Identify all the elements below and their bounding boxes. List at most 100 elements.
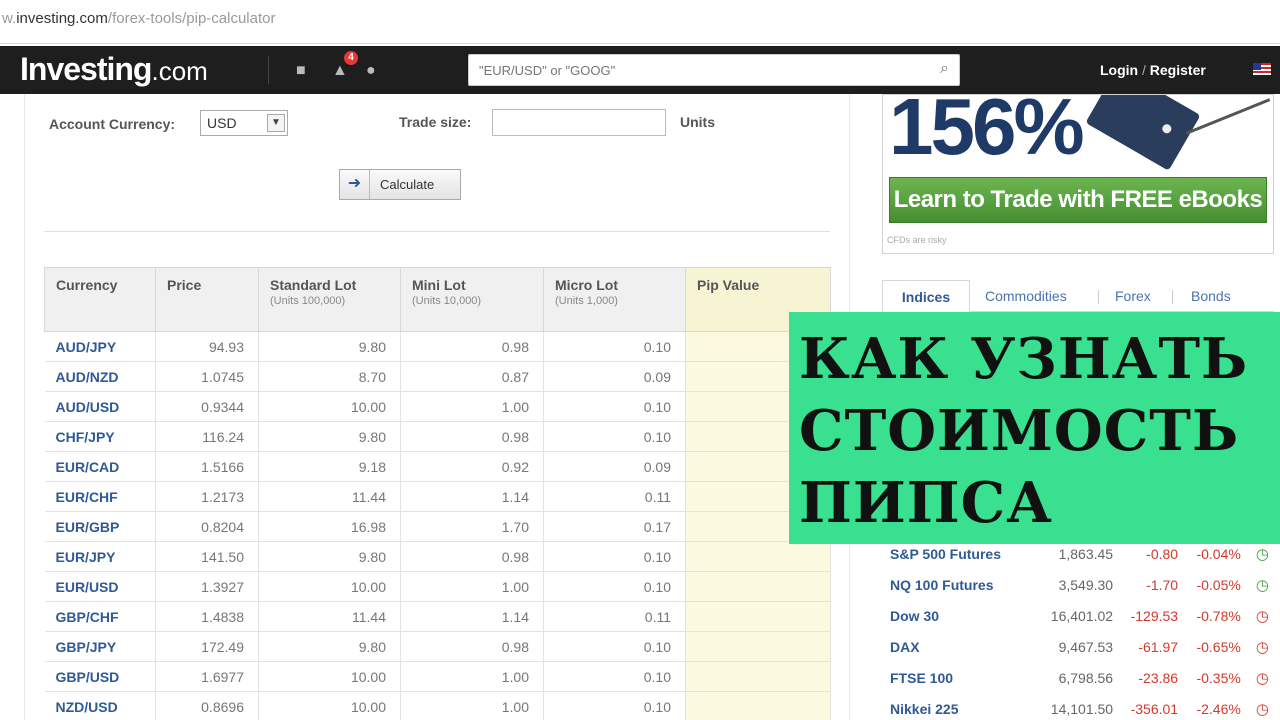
clock-icon: ◷ — [1255, 638, 1269, 656]
index-name-link[interactable]: NQ 100 Futures — [884, 569, 1027, 600]
bell-icon[interactable]: ▲ — [332, 62, 348, 80]
table-row: GBP/CHF 1.4838 11.44 1.14 0.11 — [44, 601, 831, 632]
clock-icon: ◷ — [1255, 700, 1269, 718]
banner-line-1: КАК УЗНАТЬ — [799, 326, 1249, 392]
tab-bonds[interactable]: Bonds — [1191, 288, 1231, 304]
currency-pair-link[interactable]: GBP/CHF — [44, 601, 156, 632]
account-currency-select[interactable]: USD ▼ — [200, 110, 288, 136]
index-change-pct: -0.78% — [1196, 607, 1241, 624]
mini-lot-cell: 1.00 — [400, 691, 544, 720]
briefcase-icon[interactable]: ■ — [296, 62, 306, 80]
table-row: AUD/JPY 94.93 9.80 0.98 0.10 — [44, 331, 831, 362]
index-change: -356.01 — [1130, 700, 1179, 717]
mini-lot-cell: 0.92 — [400, 451, 544, 482]
tab-indices[interactable]: Indices — [882, 280, 970, 313]
index-name-link[interactable]: Dow 30 — [884, 600, 1027, 631]
trade-size-label: Trade size: — [399, 114, 472, 130]
micro-lot-cell: 0.10 — [543, 391, 686, 422]
site-logo[interactable]: Investing.com — [20, 51, 208, 88]
mini-lot-cell: 1.00 — [400, 661, 544, 692]
col-header-price[interactable]: Price — [155, 267, 259, 332]
pip-value-table: Currency Price Standard Lot (Units 100,00… — [44, 267, 831, 720]
col-header-standard-lot[interactable]: Standard Lot (Units 100,000) — [258, 267, 401, 332]
currency-pair-link[interactable]: CHF/JPY — [44, 421, 156, 452]
table-row: NZD/USD 0.8696 10.00 1.00 0.10 — [44, 691, 831, 720]
currency-pair-link[interactable]: EUR/CHF — [44, 481, 156, 512]
currency-pair-link[interactable]: GBP/JPY — [44, 631, 156, 662]
banner-line-3: ПИПСА — [799, 470, 1053, 536]
tab-forex[interactable]: Forex — [1115, 288, 1151, 304]
index-price: 14,101.50 — [1050, 700, 1114, 717]
currency-pair-link[interactable]: EUR/JPY — [44, 541, 156, 572]
index-change-pct: -0.05% — [1196, 576, 1241, 593]
currency-pair-link[interactable]: AUD/JPY — [44, 331, 156, 362]
register-link[interactable]: Register — [1150, 62, 1206, 78]
price-cell: 141.50 — [155, 541, 259, 572]
currency-pair-link[interactable]: GBP/USD — [44, 661, 156, 692]
standard-lot-cell: 9.80 — [258, 541, 401, 572]
currency-pair-link[interactable]: EUR/CAD — [44, 451, 156, 482]
standard-lot-cell: 10.00 — [258, 571, 401, 602]
standard-lot-cell: 9.80 — [258, 631, 401, 662]
mini-lot-cell: 1.14 — [400, 601, 544, 632]
micro-lot-cell: 0.17 — [543, 511, 686, 542]
notification-badge: 4 — [344, 51, 358, 65]
price-cell: 0.8696 — [155, 691, 259, 720]
currency-pair-link[interactable]: AUD/USD — [44, 391, 156, 422]
table-row: GBP/JPY 172.49 9.80 0.98 0.10 — [44, 631, 831, 662]
index-row: FTSE 100 6,798.56 -23.86 -0.35% ◷ — [884, 662, 1274, 693]
clock-icon: ◷ — [1255, 607, 1269, 625]
login-link[interactable]: Login — [1100, 62, 1138, 78]
standard-lot-cell: 11.44 — [258, 481, 401, 512]
standard-lot-cell: 16.98 — [258, 511, 401, 542]
banner-line-2: СТОИМОСТЬ — [799, 398, 1240, 464]
search-box[interactable]: ⌕ — [468, 54, 960, 86]
index-name-link[interactable]: FTSE 100 — [884, 662, 1027, 693]
table-row: CHF/JPY 116.24 9.80 0.98 0.10 — [44, 421, 831, 452]
us-flag-icon[interactable] — [1253, 63, 1271, 75]
search-icon[interactable]: ⌕ — [940, 60, 949, 78]
currency-pair-link[interactable]: AUD/NZD — [44, 361, 156, 392]
index-row: NQ 100 Futures 3,549.30 -1.70 -0.05% ◷ — [884, 569, 1274, 600]
free-ebooks-button[interactable]: Learn to Trade with FREE eBooks — [889, 177, 1267, 223]
col-header-currency[interactable]: Currency — [44, 267, 156, 332]
promo-ad[interactable]: 156% Learn to Trade with FREE eBooks CFD… — [882, 94, 1274, 254]
currency-pair-link[interactable]: EUR/GBP — [44, 511, 156, 542]
standard-lot-cell: 9.80 — [258, 331, 401, 362]
chevron-down-icon[interactable]: ▼ — [267, 114, 285, 132]
col-header-mini-lot[interactable]: Mini Lot (Units 10,000) — [400, 267, 544, 332]
table-row: EUR/GBP 0.8204 16.98 1.70 0.17 — [44, 511, 831, 542]
col-header-micro-lot[interactable]: Micro Lot (Units 1,000) — [543, 267, 686, 332]
browser-address-bar[interactable]: w.investing.com/forex-tools/pip-calculat… — [0, 0, 1280, 44]
price-cell: 0.9344 — [155, 391, 259, 422]
index-name-link[interactable]: DAX — [884, 631, 1027, 662]
index-row: Dow 30 16,401.02 -129.53 -0.78% ◷ — [884, 600, 1274, 631]
globe-icon[interactable]: ● — [366, 62, 376, 80]
calculate-button[interactable]: ➜ Calculate — [339, 169, 461, 200]
table-row: GBP/USD 1.6977 10.00 1.00 0.10 — [44, 661, 831, 692]
price-cell: 172.49 — [155, 631, 259, 662]
trade-size-input[interactable] — [492, 109, 666, 136]
clock-icon: ◷ — [1255, 669, 1269, 687]
currency-pair-link[interactable]: EUR/USD — [44, 571, 156, 602]
mini-lot-cell: 1.70 — [400, 511, 544, 542]
pip-value-cell — [685, 691, 831, 720]
index-change: -129.53 — [1130, 607, 1179, 624]
tab-commodities[interactable]: Commodities — [985, 288, 1067, 304]
clock-icon: ◷ — [1255, 576, 1269, 594]
standard-lot-cell: 9.18 — [258, 451, 401, 482]
mini-lot-cell: 1.00 — [400, 571, 544, 602]
divider — [44, 231, 830, 232]
price-cell: 1.3927 — [155, 571, 259, 602]
arrow-right-icon: ➜ — [340, 170, 370, 199]
micro-lot-cell: 0.10 — [543, 631, 686, 662]
currency-pair-link[interactable]: NZD/USD — [44, 691, 156, 720]
mini-lot-cell: 1.14 — [400, 481, 544, 512]
index-name-link[interactable]: Nikkei 225 — [884, 693, 1027, 720]
micro-lot-cell: 0.09 — [543, 451, 686, 482]
url-text[interactable]: w.investing.com/forex-tools/pip-calculat… — [2, 10, 275, 27]
mini-lot-cell: 0.87 — [400, 361, 544, 392]
micro-lot-cell: 0.11 — [543, 481, 686, 512]
search-input[interactable] — [469, 55, 909, 85]
micro-lot-cell: 0.10 — [543, 571, 686, 602]
